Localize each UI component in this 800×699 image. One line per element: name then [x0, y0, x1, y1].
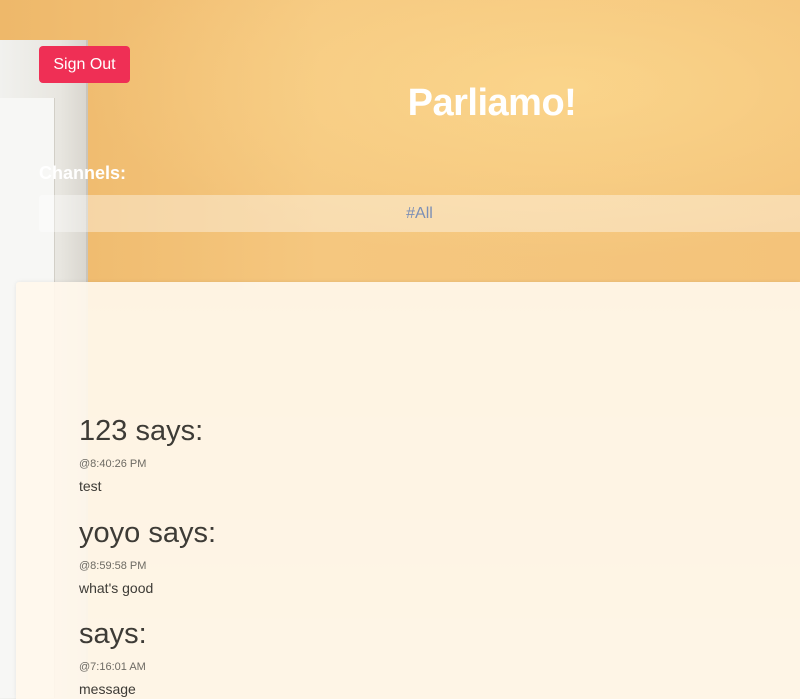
sign-out-button[interactable]: Sign Out — [39, 46, 130, 83]
message-item: yoyo says: @8:59:58 PM what's good — [79, 516, 216, 596]
message-text: what's good — [79, 580, 154, 596]
message-timestamp: @8:40:26 PM — [79, 458, 147, 470]
channel-list: #All — [39, 195, 800, 232]
message-panel[interactable]: 123 says: @8:40:26 PM test yoyo says: @8… — [16, 282, 800, 699]
message-text: message — [79, 681, 136, 697]
message-item: says: @7:16:01 AM message — [79, 617, 147, 697]
background-wall — [0, 0, 800, 290]
channels-label: Channels: — [39, 163, 127, 183]
message-timestamp: @8:59:58 PM — [79, 560, 147, 572]
message-author: yoyo says: — [79, 517, 216, 549]
message-author: 123 says: — [79, 415, 204, 447]
message-author: says: — [79, 618, 147, 650]
message-text: test — [79, 478, 102, 494]
message-item: 123 says: @8:40:26 PM test — [79, 414, 203, 494]
app-title: Parliamo! — [407, 82, 577, 124]
message-timestamp: @7:16:01 AM — [79, 661, 146, 673]
channel-item-all[interactable]: #All — [39, 195, 800, 232]
